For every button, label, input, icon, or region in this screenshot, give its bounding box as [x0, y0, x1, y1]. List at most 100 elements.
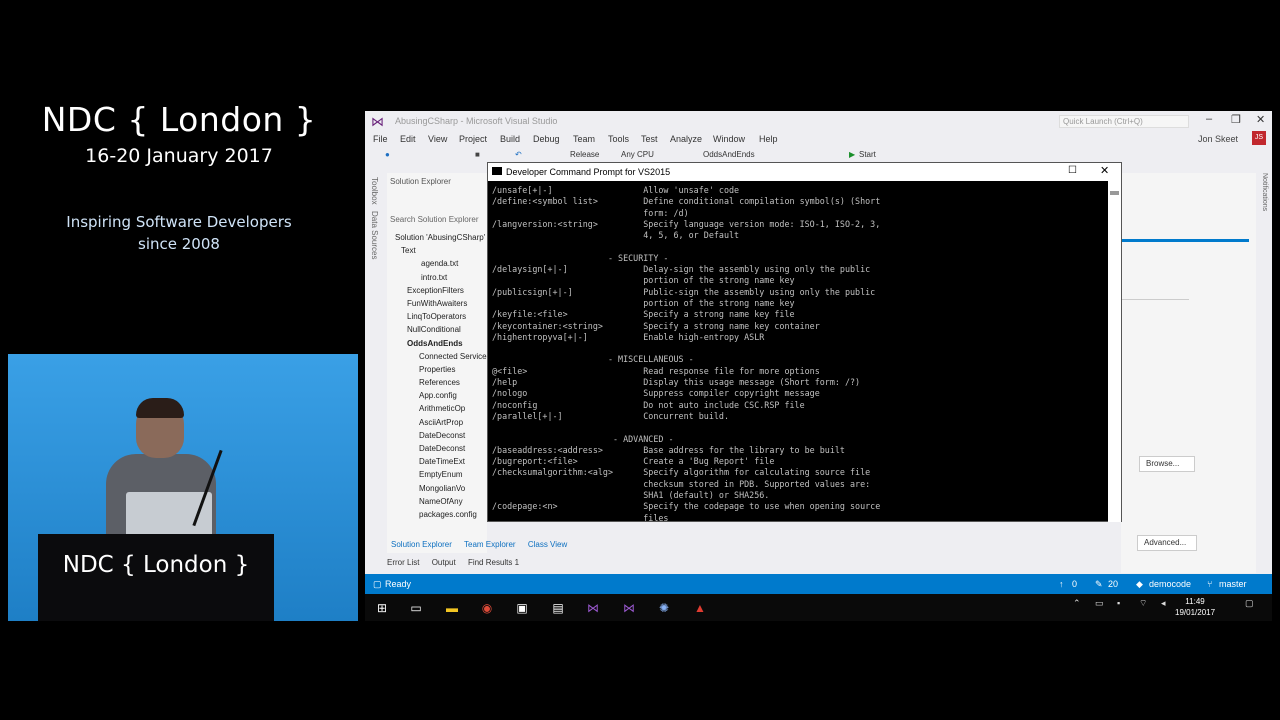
quick-launch-input[interactable]: Quick Launch (Ctrl+Q) [1059, 115, 1189, 128]
tree-item-project[interactable]: LinqToOperators [387, 310, 487, 323]
menu-tools[interactable]: Tools [608, 134, 629, 144]
menu-file[interactable]: File [373, 134, 388, 144]
tree-item[interactable]: Connected Services [387, 350, 487, 363]
tree-item-solution[interactable]: Solution 'AbusingCSharp' [387, 231, 487, 244]
start-button[interactable]: Start [859, 150, 876, 159]
config-dropdown[interactable]: Release [570, 150, 599, 159]
toolbox-tab[interactable]: Toolbox [370, 177, 379, 205]
tab-team-explorer[interactable]: Team Explorer [464, 540, 516, 549]
tree-item-file[interactable]: packages.config [387, 508, 487, 521]
scrollbar[interactable] [1108, 181, 1121, 522]
menu-window[interactable]: Window [713, 134, 745, 144]
menu-edit[interactable]: Edit [400, 134, 416, 144]
menu-analyze[interactable]: Analyze [670, 134, 702, 144]
tree-item-file[interactable]: NameOfAny [387, 495, 487, 508]
save-icon[interactable]: ■ [475, 150, 480, 159]
repo-name[interactable]: democode [1149, 579, 1191, 589]
pdf-icon[interactable]: ▲ [691, 599, 709, 617]
console-output: /unsafe[+|-] Allow 'unsafe' code/define:… [492, 185, 1104, 521]
vs-menubar: File Edit View Project Build Debug Team … [365, 131, 1272, 149]
arrow-up-icon[interactable]: ↑ [1059, 579, 1064, 589]
tree-item-file[interactable]: AsciiArtProp [387, 416, 487, 429]
menu-view[interactable]: View [428, 134, 447, 144]
close-icon[interactable]: ✕ [1256, 113, 1265, 126]
signed-in-user[interactable]: Jon Skeet [1198, 134, 1238, 144]
tray-chevron-icon[interactable]: ⌃ [1073, 598, 1081, 609]
console-line: @<file> Read response file for more opti… [492, 365, 820, 376]
tree-item[interactable]: References [387, 376, 487, 389]
scrollbar-up-arrow[interactable] [1110, 191, 1119, 195]
advanced-button[interactable]: Advanced... [1137, 535, 1197, 551]
tab-error-list[interactable]: Error List [387, 558, 419, 567]
maximize-icon[interactable]: ☐ [1068, 165, 1077, 176]
close-icon[interactable]: ✕ [1100, 164, 1109, 177]
tagline-line-2: since 2008 [138, 235, 220, 253]
platform-dropdown[interactable]: Any CPU [621, 150, 654, 159]
tab-find-results[interactable]: Find Results 1 [468, 558, 519, 567]
menu-build[interactable]: Build [500, 134, 520, 144]
tab-output[interactable]: Output [432, 558, 456, 567]
tree-item-file[interactable]: DateDeconst [387, 429, 487, 442]
changes-count[interactable]: 20 [1108, 579, 1118, 589]
browse-button[interactable]: Browse... [1139, 456, 1195, 472]
ndc-logo: NDC { London } [41, 100, 317, 139]
pencil-icon[interactable]: ✎ [1095, 579, 1103, 590]
tree-item-project-active[interactable]: OddsAndEnds [387, 337, 487, 350]
maximize-icon[interactable]: ❐ [1231, 113, 1241, 126]
document-icon[interactable]: ▤ [549, 599, 567, 617]
tree-item-file[interactable]: EmptyEnum [387, 468, 487, 481]
tray-volume-icon[interactable]: ◂ [1161, 598, 1166, 609]
menu-test[interactable]: Test [641, 134, 658, 144]
task-view-icon[interactable]: ▭ [407, 599, 425, 617]
console-line: files [492, 512, 669, 521]
tree-item-file[interactable]: MongolianVo [387, 482, 487, 495]
clock-date: 19/01/2017 [1175, 608, 1216, 617]
start-icon[interactable]: ▶ [849, 150, 855, 159]
minimize-icon[interactable]: – [1206, 113, 1212, 125]
back-icon[interactable]: ● [385, 150, 390, 159]
tree-item-file[interactable]: intro.txt [387, 271, 487, 284]
tray-network-icon[interactable]: ▭ [1095, 598, 1104, 609]
podium-logo: NDC { London } [62, 552, 250, 578]
visual-studio-icon-2[interactable]: ⋈ [620, 599, 638, 617]
terminal-icon[interactable]: ▣ [513, 599, 531, 617]
action-center-icon[interactable]: ▢ [1245, 598, 1254, 609]
windows-taskbar: ⊞ ▭ ▬ ◉ ▣ ▤ ⋈ ⋈ ✺ ▲ ⌃ ▭ ▪ ⌔ ◂ 11:49 19/0… [365, 594, 1272, 621]
menu-debug[interactable]: Debug [533, 134, 560, 144]
branch-name[interactable]: master [1219, 579, 1247, 589]
menu-team[interactable]: Team [573, 134, 595, 144]
avatar[interactable]: JS [1252, 131, 1266, 145]
tree-item-project[interactable]: FunWithAwaiters [387, 297, 487, 310]
tree-item-file[interactable]: DateDeconst [387, 442, 487, 455]
menu-project[interactable]: Project [459, 134, 487, 144]
file-explorer-icon[interactable]: ▬ [443, 599, 461, 617]
tree-item-file[interactable]: DateTimeExt [387, 455, 487, 468]
tree-item-file[interactable]: App.config [387, 389, 487, 402]
notifications-tab[interactable]: Notifications [1261, 173, 1268, 211]
pending-commits-count[interactable]: 0 [1072, 579, 1077, 589]
undo-icon[interactable]: ↶ [515, 150, 522, 159]
tab-class-view[interactable]: Class View [528, 540, 567, 549]
app-icon[interactable]: ✺ [655, 599, 673, 617]
tree-item-project[interactable]: ExceptionFilters [387, 284, 487, 297]
startup-project-dropdown[interactable]: OddsAndEnds [703, 150, 755, 159]
tab-solution-explorer[interactable]: Solution Explorer [391, 540, 452, 549]
solution-search-input[interactable]: Search Solution Explorer [390, 215, 479, 224]
repo-icon[interactable]: ◆ [1136, 579, 1143, 590]
windows-start-icon[interactable]: ⊞ [373, 599, 391, 617]
speaker-video: NDC { London } [8, 354, 358, 621]
console-line: /codepage:<n> Specify the codepage to us… [492, 501, 881, 512]
tree-item-file[interactable]: agenda.txt [387, 257, 487, 270]
tree-item-folder[interactable]: Text [387, 244, 487, 257]
tree-item-file[interactable]: ArithmeticOp [387, 402, 487, 415]
data-sources-tab[interactable]: Data Sources [370, 211, 379, 259]
chrome-icon[interactable]: ◉ [478, 599, 496, 617]
menu-help[interactable]: Help [759, 134, 778, 144]
branch-icon[interactable]: ⑂ [1207, 579, 1212, 589]
tray-usb-icon[interactable]: ▪ [1117, 598, 1120, 608]
visual-studio-icon[interactable]: ⋈ [584, 599, 602, 617]
tray-wifi-icon[interactable]: ⌔ [1139, 598, 1147, 609]
tree-item-project[interactable]: NullConditional [387, 323, 487, 336]
taskbar-clock[interactable]: 11:49 19/01/2017 [1175, 596, 1215, 618]
tree-item[interactable]: Properties [387, 363, 487, 376]
